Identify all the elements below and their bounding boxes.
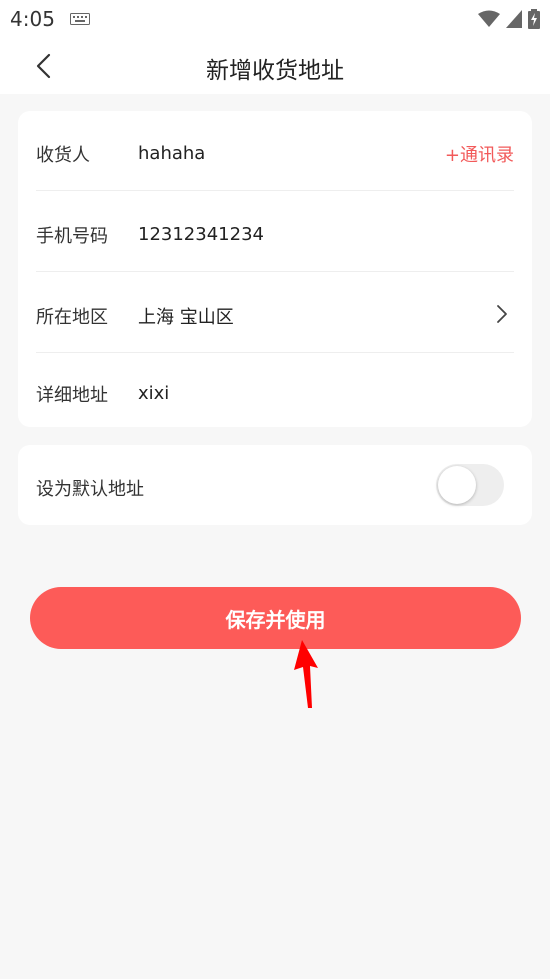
status-bar: 4:05 xyxy=(0,0,550,38)
recipient-input[interactable]: hahaha xyxy=(138,143,205,164)
contacts-link[interactable]: +通讯录 xyxy=(445,141,514,167)
default-address-toggle[interactable] xyxy=(436,464,504,506)
keyboard-icon xyxy=(70,13,90,25)
chevron-right-icon xyxy=(497,305,507,323)
annotation-arrow-icon xyxy=(294,640,318,708)
toggle-knob xyxy=(438,466,476,504)
phone-label: 手机号码 xyxy=(36,226,108,247)
system-icons xyxy=(478,9,540,29)
default-address-card: 设为默认地址 xyxy=(18,445,532,525)
status-time: 4:05 xyxy=(10,7,55,31)
phone-input[interactable]: 12312341234 xyxy=(138,224,264,245)
address-form-card: 收货人 hahaha +通讯录 手机号码 12312341234 所在地区 上海… xyxy=(18,111,532,427)
detail-label: 详细地址 xyxy=(36,385,108,406)
detail-input[interactable]: xixi xyxy=(138,383,169,404)
page-title: 新增收货地址 xyxy=(206,58,344,84)
header: 新增收货地址 xyxy=(0,38,550,94)
signal-icon xyxy=(506,10,522,28)
default-address-label: 设为默认地址 xyxy=(36,479,144,500)
recipient-label: 收货人 xyxy=(36,145,90,166)
region-row[interactable]: 所在地区 上海 宝山区 xyxy=(36,273,514,353)
detail-row: 详细地址 xixi xyxy=(36,354,514,434)
region-label: 所在地区 xyxy=(36,307,108,328)
battery-charging-icon xyxy=(528,9,540,29)
recipient-row: 收货人 hahaha +通讯录 xyxy=(36,111,514,191)
region-value: 上海 宝山区 xyxy=(138,307,234,328)
phone-row: 手机号码 12312341234 xyxy=(36,192,514,272)
save-and-use-button[interactable]: 保存并使用 xyxy=(30,587,521,649)
wifi-icon xyxy=(478,10,500,27)
